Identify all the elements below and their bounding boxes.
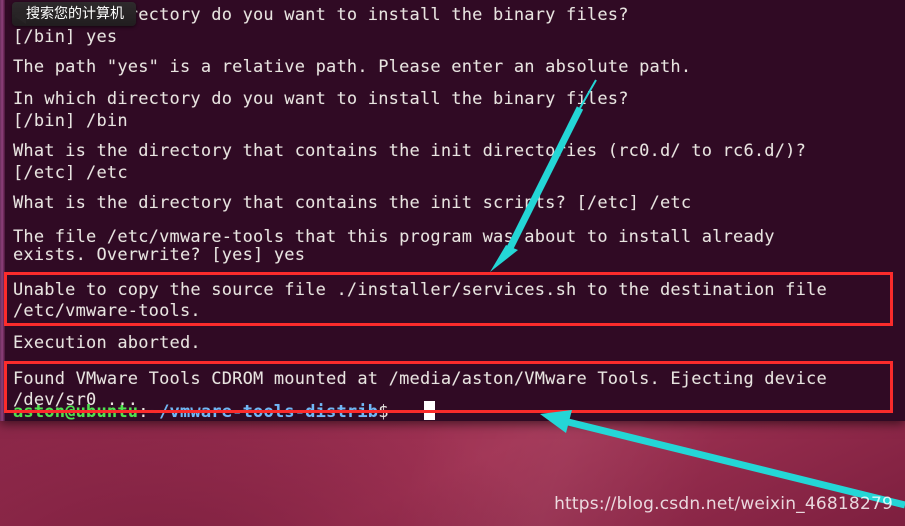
- tooltip-label: 搜索您的计算机: [26, 6, 124, 22]
- search-your-computer-tooltip: 搜索您的计算机: [12, 2, 136, 26]
- prompt-dollar: $: [378, 402, 389, 421]
- screen-root: In which directory do you want to instal…: [0, 0, 905, 526]
- terminal-line: exists. Overwrite? [yes] yes: [13, 245, 306, 265]
- terminal-line: What is the directory that contains the …: [13, 141, 807, 161]
- terminal-output-area[interactable]: In which directory do you want to instal…: [9, 0, 899, 421]
- terminal-line: The path "yes" is a relative path. Pleas…: [13, 57, 692, 77]
- terminal-text-cursor: [424, 401, 435, 420]
- terminal-line: [/bin] yes: [13, 27, 118, 47]
- shell-prompt-line[interactable]: aston@ubuntu:~/vmware-tools-distrib$: [13, 399, 389, 421]
- prompt-user-host: aston@ubuntu: [13, 402, 139, 421]
- terminal-window[interactable]: In which directory do you want to instal…: [0, 0, 905, 421]
- terminal-line: [/etc] /etc: [13, 163, 128, 183]
- terminal-error-line: /etc/vmware-tools.: [13, 301, 201, 321]
- blog-url-watermark: https://blog.csdn.net/weixin_46818279: [554, 494, 893, 514]
- terminal-line: [/bin] /bin: [13, 111, 128, 131]
- tooltip-tail-icon: [14, 8, 26, 24]
- terminal-line: What is the directory that contains the …: [13, 193, 692, 213]
- prompt-path: ~/vmware-tools-distrib: [148, 402, 379, 421]
- terminal-line: Execution aborted.: [13, 333, 201, 353]
- prompt-colon: :: [138, 402, 149, 421]
